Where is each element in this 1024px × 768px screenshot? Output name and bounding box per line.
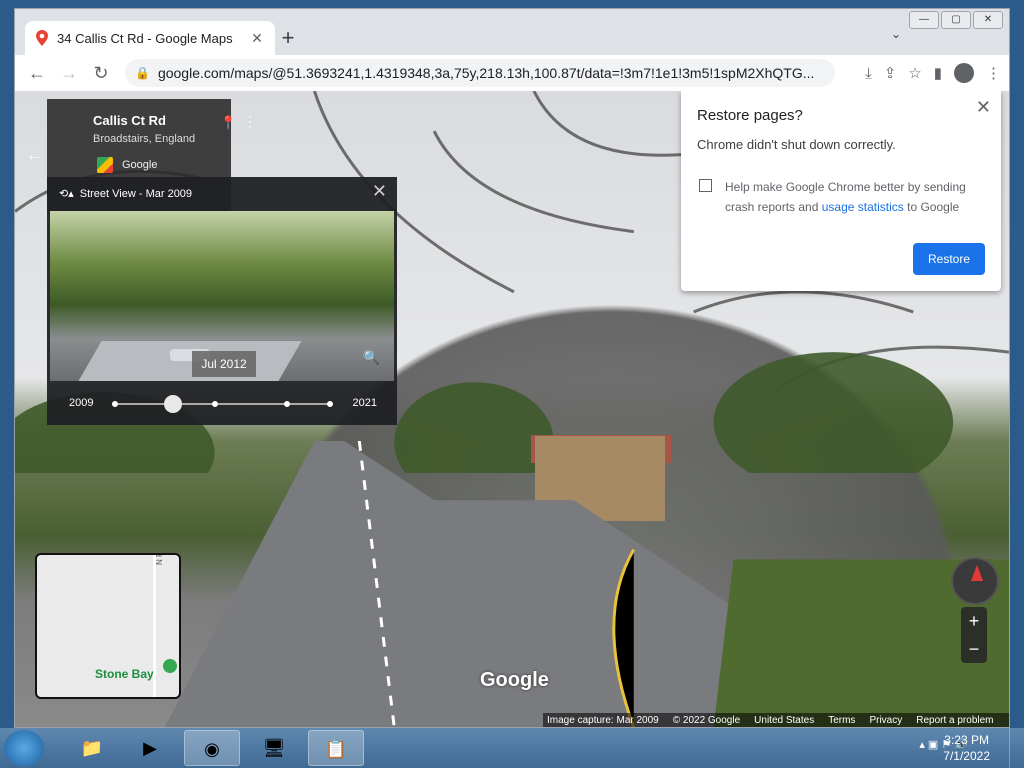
street-label: N Foreland [155,555,164,565]
file-explorer-icon[interactable]: 📁 [64,730,120,766]
timeline-stop[interactable] [212,401,218,407]
timeline-thumb[interactable] [164,395,182,413]
source-label: Google [122,159,158,171]
profile-avatar[interactable] [954,63,974,83]
side-panel-icon[interactable]: ▮ [934,64,942,82]
show-desktop-button[interactable] [1009,728,1024,768]
zoom-in-icon[interactable]: 🔍 [363,349,380,366]
browser-toolbar: ← → ↻ 🔒 google.com/maps/@51.3693241,1.43… [15,55,1009,92]
tab-title: 34 Callis Ct Rd - Google Maps [57,30,233,46]
end-year-label: 2021 [352,397,377,409]
copyright: © 2022 Google [672,714,741,726]
lock-icon: 🔒 [135,66,150,80]
chrome-icon[interactable]: ◉ [184,730,240,766]
zoom-control: + − [961,607,987,663]
close-icon[interactable]: ✕ [976,97,991,118]
tab-strip: 34 Callis Ct Rd - Google Maps ✕ + ⌄ — ▢ … [15,9,1009,55]
maps-pin-icon [36,30,48,46]
history-icon[interactable]: ⟲▴ [59,187,74,200]
tab-google-maps[interactable]: 34 Callis Ct Rd - Google Maps ✕ [25,21,275,55]
region-link[interactable]: United States [754,715,814,726]
bookmark-star-icon[interactable]: ☆ [908,64,921,82]
close-window-button[interactable]: ✕ [973,11,1003,29]
time-machine-preview[interactable]: Jul 2012 🔍 [50,211,394,381]
new-tab-button[interactable]: + [275,26,301,52]
reload-icon[interactable]: ↻ [89,61,113,85]
forward-arrow-icon[interactable]: → [57,61,81,85]
control-panel-icon[interactable]: 🖥 [246,730,302,766]
timeline-slider[interactable]: 2009 2021 [67,393,377,415]
time-machine-title: Street View - Mar 2009 [79,187,193,200]
google-logo: Google [480,669,549,691]
back-arrow-icon[interactable]: ← [19,147,49,165]
start-button[interactable] [4,730,44,766]
date-tooltip: Jul 2012 [192,351,256,377]
clock[interactable]: 3:23 PM 7/1/2022 [943,732,990,764]
privacy-link[interactable]: Privacy [869,715,902,726]
share-icon[interactable]: ⇪ [884,64,897,82]
google-maps-icon [97,157,113,173]
time-text: 3:23 PM [944,733,989,747]
timeline-stop[interactable] [284,401,290,407]
zoom-in-button[interactable]: + [961,607,987,635]
dialog-message: Chrome didn't shut down correctly. [697,137,896,152]
close-icon[interactable]: ✕ [372,181,387,202]
address-bar[interactable]: 🔒 google.com/maps/@51.3693241,1.4319348,… [125,59,835,87]
street-view-viewport[interactable]: Callis Ct Rd Broadstairs, England Google… [15,91,1009,727]
place-label: Stone Bay [95,667,154,681]
install-icon[interactable]: ⤓ [865,65,872,82]
menu-kebab-icon[interactable]: ⋮ [986,64,1001,82]
preview-road [78,341,302,381]
task-app-icon[interactable]: 📋 [308,730,364,766]
attribution-bar: Image capture: Mar 2009 © 2022 Google Un… [543,713,1009,727]
image-capture-date: Image capture: Mar 2009 [547,714,659,726]
location-pin-icon[interactable]: 📍 [220,115,236,131]
locality: Broadstairs, England [93,133,196,145]
start-year-label: 2009 [69,397,94,409]
place-marker-icon[interactable] [163,659,177,673]
street-name: Callis Ct Rd [93,113,166,128]
restore-button[interactable]: Restore [913,243,985,275]
dialog-title: Restore pages? [697,107,803,124]
url-text[interactable]: google.com/maps/@51.3693241,1.4319348,3a… [158,65,825,81]
usage-statistics-link[interactable]: usage statistics [822,200,904,214]
more-options-icon[interactable]: ⋮ [243,113,257,130]
crash-report-label: Help make Google Chrome better by sendin… [725,177,985,217]
window-controls: — ▢ ✕ [909,11,1003,29]
timeline-stop[interactable] [327,401,333,407]
back-arrow-icon[interactable]: ← [25,61,49,85]
date-text: 7/1/2022 [943,749,990,763]
crash-report-checkbox[interactable] [699,179,712,192]
minimize-button[interactable]: — [909,11,939,29]
tab-close-icon[interactable]: ✕ [249,30,265,47]
compass-icon[interactable] [951,557,999,605]
browser-window: 34 Callis Ct Rd - Google Maps ✕ + ⌄ — ▢ … [14,8,1010,728]
zoom-out-button[interactable]: − [961,635,987,663]
help-suffix: to Google [907,200,960,214]
media-player-icon[interactable]: ▶ [122,730,178,766]
mini-map[interactable]: N Foreland Stone Bay [35,553,181,699]
terms-link[interactable]: Terms [828,715,855,726]
time-machine-panel: ⟲▴ Street View - Mar 2009 ✕ Jul 2012 🔍 2… [47,177,397,425]
report-problem-link[interactable]: Report a problem [916,715,993,726]
restore-pages-dialog: Restore pages? ✕ Chrome didn't shut down… [681,91,1001,291]
timeline-stop[interactable] [112,401,118,407]
time-machine-header: ⟲▴ Street View - Mar 2009 [59,187,193,201]
windows-taskbar: 📁 ▶ ◉ 🖥 📋 ▴ ▣ ⚑ 🔊 3:23 PM 7/1/2022 [0,728,1024,768]
timeline-track[interactable] [112,395,333,413]
toolbar-actions: ⤓ ⇪ ☆ ▮ ⋮ [865,61,1001,85]
tab-search-chevron-icon[interactable]: ⌄ [891,27,901,41]
maximize-button[interactable]: ▢ [941,11,971,29]
